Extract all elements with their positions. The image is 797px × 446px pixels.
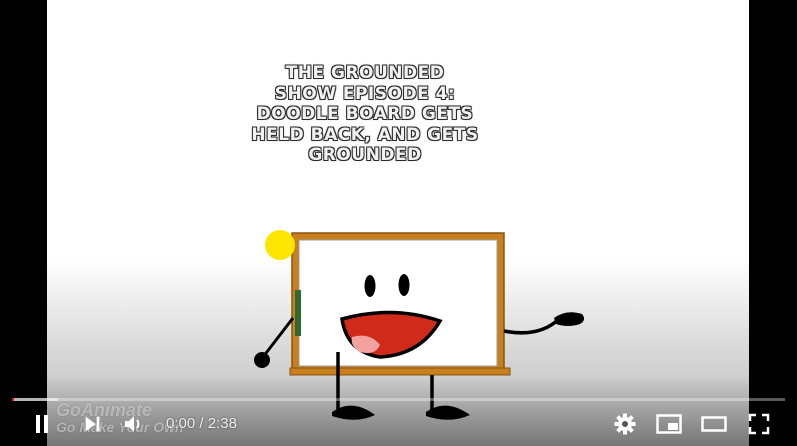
time-separator: / [195, 415, 208, 432]
gear-icon [614, 413, 636, 435]
time-display: 0:00 / 2:38 [166, 415, 237, 433]
left-arm [261, 317, 295, 358]
volume-icon [125, 416, 140, 432]
left-hand [254, 352, 270, 368]
theater-mode-button[interactable] [698, 408, 730, 440]
duration: 2:38 [207, 415, 237, 432]
video-player[interactable]: THE GROUNDED SHOW EPISODE 4: DOODLE BOAR… [0, 0, 797, 446]
sun-icon [265, 230, 295, 260]
right-hand [554, 312, 585, 326]
board-tray [289, 367, 511, 376]
mute-button[interactable] [118, 408, 150, 440]
next-button[interactable] [78, 408, 108, 440]
theater-icon [701, 416, 727, 432]
miniplayer-icon [656, 414, 682, 434]
right-arm [503, 316, 562, 335]
left-eye [364, 275, 376, 297]
marker-icon [295, 290, 301, 336]
played-bar [12, 398, 14, 401]
buffered-bar [12, 398, 58, 401]
right-eye [398, 274, 410, 296]
pause-button[interactable] [26, 408, 58, 440]
settings-button[interactable] [609, 408, 641, 440]
progress-bar[interactable] [12, 398, 785, 401]
miniplayer-button[interactable] [653, 408, 685, 440]
fullscreen-icon [748, 413, 770, 435]
pause-icon [36, 415, 48, 433]
fullscreen-button[interactable] [743, 408, 775, 440]
current-time: 0:00 [166, 415, 196, 432]
next-icon [85, 416, 100, 432]
